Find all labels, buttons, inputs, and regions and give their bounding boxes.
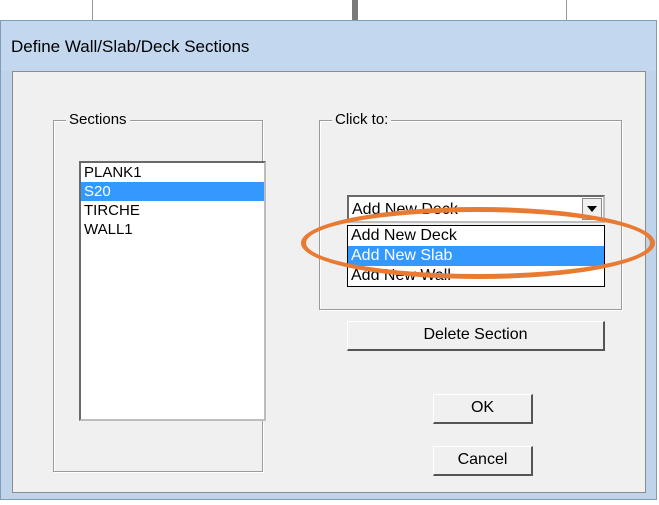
dropdown-option[interactable]: Add New Wall bbox=[348, 266, 604, 286]
background-grid-line bbox=[566, 0, 567, 20]
add-section-combobox[interactable]: Add New Deck bbox=[347, 195, 605, 223]
background-grid-line bbox=[352, 0, 358, 20]
list-item[interactable]: TIRCHE bbox=[81, 201, 264, 220]
cancel-button[interactable]: Cancel bbox=[433, 446, 533, 476]
dropdown-button[interactable] bbox=[582, 198, 602, 220]
sections-group-label: Sections bbox=[66, 111, 130, 128]
list-item[interactable]: PLANK1 bbox=[81, 163, 264, 182]
list-item[interactable]: WALL1 bbox=[81, 220, 264, 239]
delete-section-button[interactable]: Delete Section bbox=[347, 321, 605, 351]
sections-group: Sections PLANK1 S20 TIRCHE WALL1 bbox=[53, 111, 266, 472]
click-to-group-label: Click to: bbox=[332, 111, 392, 128]
title-bar[interactable]: Define Wall/Slab/Deck Sections bbox=[1, 21, 656, 71]
background-grid-line bbox=[92, 0, 93, 20]
define-sections-dialog: Define Wall/Slab/Deck Sections Sections … bbox=[0, 20, 657, 500]
dropdown-option[interactable]: Add New Slab bbox=[348, 246, 604, 266]
background-app-area bbox=[0, 0, 659, 20]
dropdown-option[interactable]: Add New Deck bbox=[348, 226, 604, 246]
dialog-title: Define Wall/Slab/Deck Sections bbox=[11, 37, 250, 56]
chevron-down-icon bbox=[587, 206, 597, 212]
combobox-value: Add New Deck bbox=[352, 201, 458, 218]
dialog-client-area: Sections PLANK1 S20 TIRCHE WALL1 Click t… bbox=[12, 71, 646, 493]
click-to-group: Click to: Add New Deck Add New Deck Add … bbox=[319, 111, 622, 351]
add-section-dropdown-list: Add New Deck Add New Slab Add New Wall bbox=[347, 225, 605, 287]
sections-listbox[interactable]: PLANK1 S20 TIRCHE WALL1 bbox=[79, 161, 266, 421]
list-item[interactable]: S20 bbox=[81, 182, 264, 201]
ok-button[interactable]: OK bbox=[433, 394, 533, 424]
